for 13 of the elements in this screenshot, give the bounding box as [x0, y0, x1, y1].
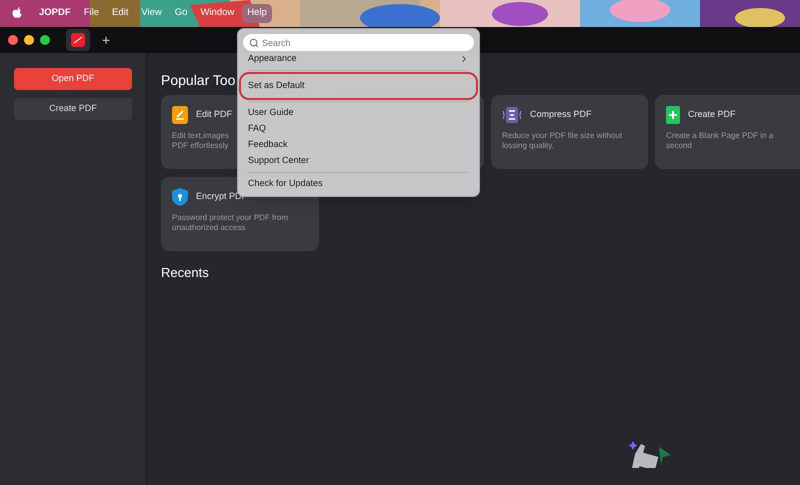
card-description: Edit text,images: [172, 131, 229, 141]
card-description: Reduce your PDF file size without: [502, 131, 622, 141]
card-description: lossing quality.: [502, 141, 554, 151]
card-title: Edit PDF: [196, 108, 232, 122]
card-description: PDF effortlessly: [172, 141, 228, 151]
card-description: second: [666, 141, 692, 151]
card-description: Create a Blank Page PDF in a: [666, 131, 774, 141]
card-description: unauthorized access: [172, 223, 246, 233]
section-title: Popular Too: [161, 71, 236, 90]
card-title: Compress PDF: [530, 108, 592, 122]
card-description: Password protect your PDF from: [172, 213, 288, 223]
section-title: Recents: [161, 264, 209, 282]
card-title: Create PDF: [688, 108, 736, 122]
